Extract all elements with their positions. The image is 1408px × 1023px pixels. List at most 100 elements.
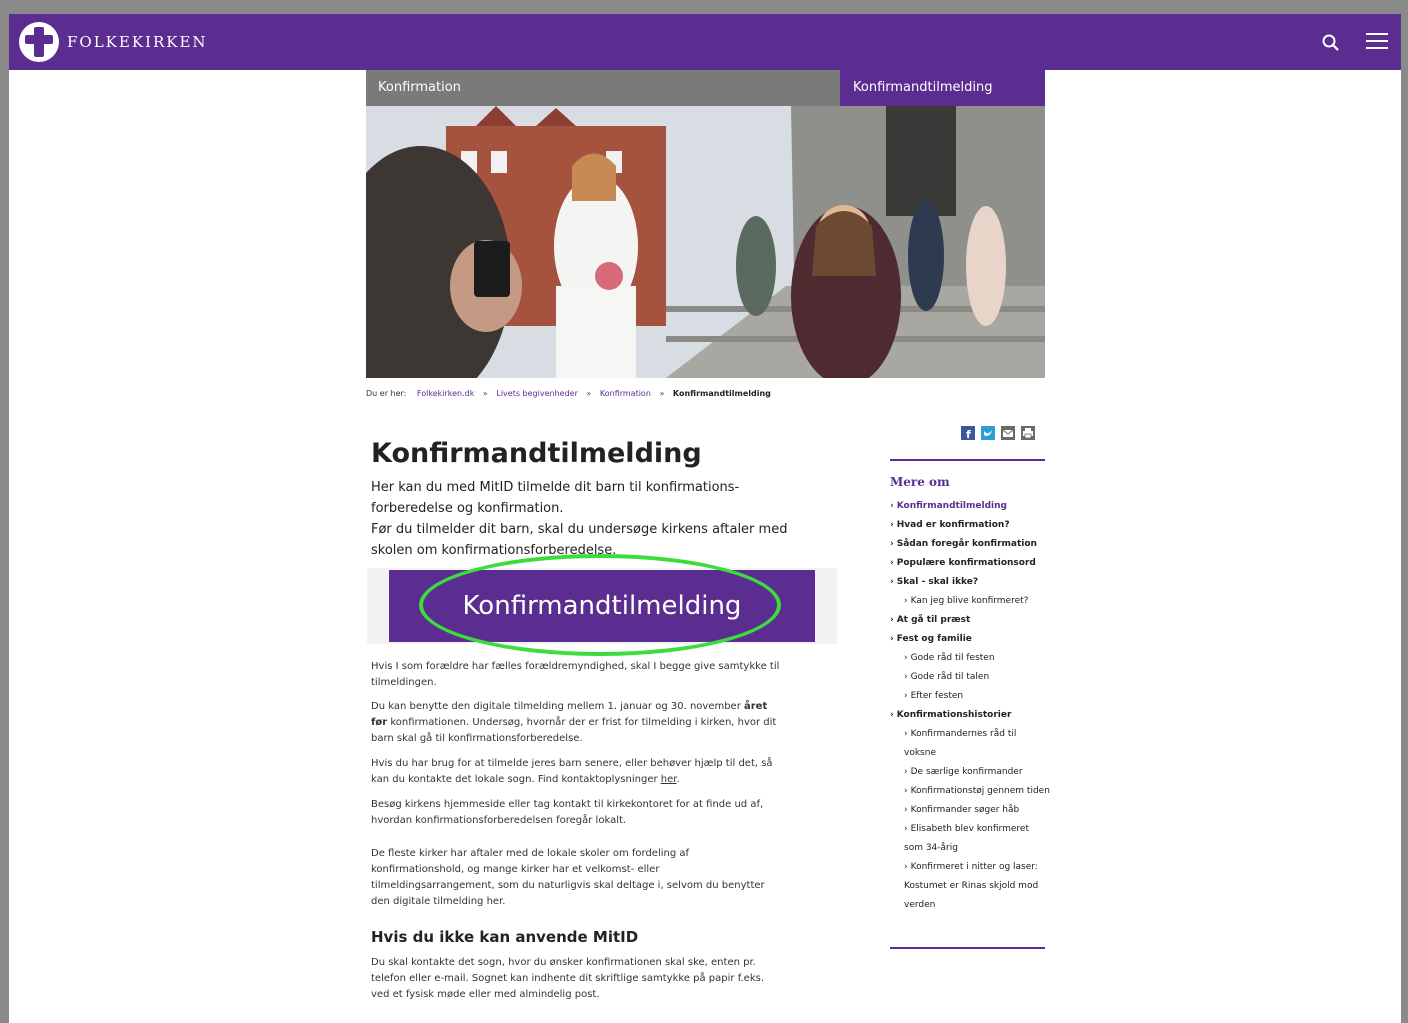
sidebar-title: Mere om: [890, 475, 950, 489]
tab-konfirmandtilmelding[interactable]: Konfirmandtilmelding: [840, 70, 1045, 106]
sidebar-item[interactable]: › Konfirmander søger håb: [890, 801, 1050, 820]
sidebar-item-label: Hvad er konfirmation?: [896, 520, 1010, 530]
sidebar-item-label: Konfirmationshistorier: [896, 710, 1012, 720]
konfirmandtilmelding-button[interactable]: Konfirmandtilmelding: [389, 570, 815, 642]
cta-panel: Konfirmandtilmelding: [367, 568, 837, 644]
sidebar-item-label: Konfirmandernes råd til voksne: [904, 729, 1017, 758]
svg-text:f: f: [966, 428, 971, 440]
sidebar-item[interactable]: › Konfirmationshistorier: [890, 706, 1050, 725]
sidebar-item-label: Fest og familie: [896, 634, 972, 644]
chevron-right-icon: ›: [890, 558, 894, 568]
breadcrumb-link-konfirmation[interactable]: Konfirmation: [600, 389, 651, 398]
sidebar-item[interactable]: › Gode råd til festen: [890, 649, 1050, 668]
sidebar-item[interactable]: › Konfirmandernes råd til voksne: [890, 725, 1050, 763]
chevron-right-icon: ›: [890, 501, 894, 511]
site-header: FOLKEKIRKEN: [9, 14, 1401, 70]
chevron-right-icon: ›: [890, 710, 894, 720]
sidebar-item-label: Efter festen: [910, 691, 964, 701]
chevron-right-icon: ›: [904, 691, 908, 701]
sidebar-item[interactable]: › Hvad er konfirmation?: [890, 516, 1050, 535]
sidebar-item[interactable]: › Populære konfirmationsord: [890, 554, 1050, 573]
print-icon[interactable]: [1021, 426, 1035, 440]
tab-konfirmation[interactable]: Konfirmation: [366, 70, 840, 106]
intro-line-1: Her kan du med MitID tilmelde dit barn t…: [371, 480, 740, 516]
sidebar-item[interactable]: › Skal - skal ikke?: [890, 573, 1050, 592]
page-title: Konfirmandtilmelding: [371, 438, 702, 469]
sidebar-item-label: At gå til præst: [896, 615, 971, 625]
sidebar-item[interactable]: › Gode råd til talen: [890, 668, 1050, 687]
sidebar-item[interactable]: › De særlige konfirmander: [890, 763, 1050, 782]
chevron-right-icon: ›: [904, 729, 908, 739]
sidebar-item[interactable]: › Sådan foregår konfirmation: [890, 535, 1050, 554]
sidebar-item-label: Sådan foregår konfirmation: [896, 539, 1037, 549]
chevron-right-icon: ›: [890, 520, 894, 530]
breadcrumb: Du er her: Folkekirken.dk » Livets begiv…: [366, 389, 771, 398]
sidebar-item-label: Konfirmandtilmelding: [896, 501, 1007, 511]
paragraph-periode: Du kan benytte den digitale tilmelding m…: [371, 699, 781, 747]
paragraph-skoler: De fleste kirker har aftaler med de loka…: [371, 848, 765, 907]
sidebar-item[interactable]: › Elisabeth blev konfirmeret som 34-årig: [890, 820, 1050, 858]
breadcrumb-separator: »: [586, 389, 592, 398]
sidebar-item[interactable]: › Efter festen: [890, 687, 1050, 706]
mail-icon[interactable]: [1001, 426, 1015, 440]
paragraph-hjaelp-text: Hvis du har brug for at tilmelde jeres b…: [371, 758, 773, 785]
chevron-right-icon: ›: [904, 862, 908, 872]
folkekirken-logo-icon[interactable]: [19, 22, 59, 62]
sidebar-item-label: Konfirmationstøj gennem tiden: [910, 786, 1050, 796]
sidebar-item-label: Gode råd til festen: [910, 653, 995, 663]
sidebar-bottom-rule: [890, 947, 1045, 949]
chevron-right-icon: ›: [904, 786, 908, 796]
breadcrumb-link-livets-begivenheder[interactable]: Livets begivenheder: [496, 389, 578, 398]
sidebar-item[interactable]: › Konfirmeret i nitter og laser: Kostumet…: [890, 858, 1050, 915]
paragraph-hjaelp-end: .: [676, 774, 680, 785]
sidebar-item-label: Gode råd til talen: [910, 672, 990, 682]
chevron-right-icon: ›: [890, 539, 894, 549]
chevron-right-icon: ›: [904, 672, 908, 682]
paragraph-periode-text-a: Du kan benytte den digitale tilmelding m…: [371, 701, 744, 712]
chevron-right-icon: ›: [904, 653, 908, 663]
paragraph-periode-text-b: konfirmationen. Undersøg, hvornår der er…: [371, 717, 777, 744]
logo-text[interactable]: FOLKEKIRKEN: [67, 33, 208, 51]
breadcrumb-separator: »: [482, 389, 488, 398]
paragraph-samtykke: Hvis I som forældre har fælles forældrem…: [371, 661, 780, 688]
sidebar-item[interactable]: › Fest og familie: [890, 630, 1050, 649]
breadcrumb-separator: »: [659, 389, 665, 398]
subheading-mitid: Hvis du ikke kan anvende MitID: [371, 928, 639, 946]
sidebar-nav: › Konfirmandtilmelding › Hvad er konfirmati…: [890, 497, 1050, 915]
chevron-right-icon: ›: [890, 615, 894, 625]
sidebar-item-label: Elisabeth blev konfirmeret som 34-årig: [904, 824, 1029, 853]
sidebar-item[interactable]: › Konfirmationstøj gennem tiden: [890, 782, 1050, 801]
sidebar-item-label: Kan jeg blive konfirmeret?: [910, 596, 1029, 606]
hero-photo: [366, 106, 1045, 378]
sidebar-item-label: Konfirmeret i nitter og laser: Kostumet …: [904, 862, 1039, 910]
sidebar-item[interactable]: › Konfirmandtilmelding: [890, 497, 1050, 516]
paragraph-hjemmeside: Besøg kirkens hjemmeside eller tag konta…: [371, 799, 764, 826]
intro-line-2: Før du tilmelder dit barn, skal du under…: [371, 522, 788, 558]
paragraph-hjaelp: Hvis du har brug for at tilmelde jeres b…: [371, 756, 781, 788]
sidebar-item-label: De særlige konfirmander: [910, 767, 1023, 777]
sidebar-item-label: Populære konfirmationsord: [896, 558, 1036, 568]
chevron-right-icon: ›: [904, 824, 908, 834]
breadcrumb-current: Konfirmandtilmelding: [672, 389, 771, 398]
breadcrumb-prefix: Du er her:: [366, 389, 407, 398]
paragraph-uden-mitid: Du skal kontakte det sogn, hvor du ønske…: [371, 957, 765, 1000]
contact-info-link[interactable]: her: [661, 774, 677, 785]
chevron-right-icon: ›: [904, 805, 908, 815]
breadcrumb-link-folkekirken[interactable]: Folkekirken.dk: [417, 389, 474, 398]
chevron-right-icon: ›: [904, 596, 908, 606]
twitter-icon[interactable]: [981, 426, 995, 440]
intro-text: Her kan du med MitID tilmelde dit barn t…: [371, 477, 791, 561]
hamburger-menu-icon[interactable]: [1366, 33, 1388, 51]
sidebar-item[interactable]: › Kan jeg blive konfirmeret?: [890, 592, 1050, 611]
share-toolbar: f: [961, 425, 1035, 441]
sidebar-item-label: Skal - skal ikke?: [896, 577, 979, 587]
chevron-right-icon: ›: [890, 577, 894, 587]
section-tabs: Konfirmation Konfirmandtilmelding: [366, 70, 1045, 106]
sidebar-top-rule: [890, 459, 1045, 461]
facebook-icon[interactable]: f: [961, 426, 975, 441]
search-icon[interactable]: [1321, 33, 1341, 53]
browser-page: FOLKEKIRKEN Konfirmation Konfirmandtilme…: [9, 14, 1401, 1023]
sidebar-item[interactable]: › At gå til præst: [890, 611, 1050, 630]
chevron-right-icon: ›: [890, 634, 894, 644]
sidebar-item-label: Konfirmander søger håb: [910, 805, 1020, 815]
